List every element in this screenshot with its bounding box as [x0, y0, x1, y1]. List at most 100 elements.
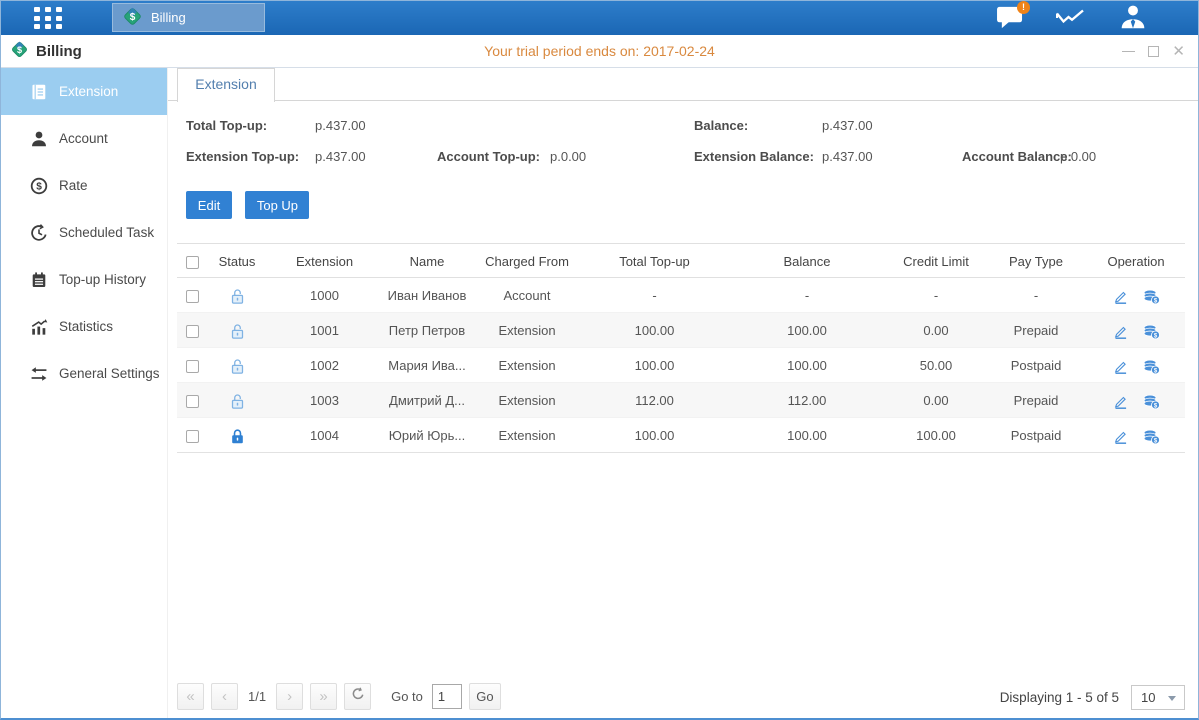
extension-cell: 1004	[267, 418, 382, 452]
scheduled-task-icon	[30, 224, 48, 242]
balance-cell: -	[727, 278, 887, 312]
topup-icon[interactable]: $	[1143, 278, 1160, 312]
pay-type-cell: -	[985, 278, 1087, 312]
sidebar-nav: ExtensionAccount$RateScheduled TaskTop-u…	[0, 68, 168, 720]
minimize-button[interactable]	[1122, 51, 1135, 53]
column-header-credit-limit: Credit Limit	[887, 244, 985, 277]
sidebar-item-top-up-history[interactable]: Top-up History	[0, 256, 167, 303]
credit-limit-cell: 0.00	[887, 313, 985, 347]
total-topup-label: Total Top-up:	[186, 118, 267, 133]
extension-icon	[30, 83, 48, 101]
first-page-button[interactable]: «	[177, 683, 204, 710]
edit-button[interactable]: Edit	[186, 191, 232, 219]
charged-from-cell: Extension	[472, 313, 582, 347]
action-buttons: Edit Top Up	[168, 191, 1199, 233]
row-checkbox[interactable]	[186, 325, 199, 338]
edit-icon[interactable]	[1112, 278, 1129, 312]
extension-balance-label: Extension Balance:	[694, 149, 814, 164]
sidebar-item-statistics[interactable]: Statistics	[0, 303, 167, 350]
notification-badge: !	[1017, 1, 1030, 14]
svg-text:$: $	[36, 181, 42, 192]
prev-page-button[interactable]: ‹	[211, 683, 238, 710]
column-header-name: Name	[382, 244, 472, 277]
page-size-select[interactable]: 10	[1131, 685, 1185, 710]
unlocked-icon	[229, 358, 246, 373]
charged-from-cell: Account	[472, 278, 582, 312]
total-topup-cell: 100.00	[582, 348, 727, 382]
maximize-button[interactable]	[1148, 46, 1159, 57]
tab-extension[interactable]: Extension	[177, 68, 275, 102]
operation-cell: $	[1087, 418, 1185, 452]
displaying-count: Displaying 1 - 5 of 5	[1000, 690, 1119, 705]
column-header-status: Status	[207, 244, 267, 277]
sidebar-item-rate[interactable]: $Rate	[0, 162, 167, 209]
user-account-icon[interactable]	[1119, 4, 1147, 35]
messages-icon[interactable]: !	[996, 5, 1025, 35]
table-row-extension-1002: 1002Мария Ива...Extension100.00100.0050.…	[177, 348, 1185, 383]
taskbar-tab-billing[interactable]: $ Billing	[112, 3, 265, 32]
operation-cell: $	[1087, 313, 1185, 347]
extension-cell: 1003	[267, 383, 382, 417]
edit-icon[interactable]	[1112, 348, 1129, 382]
goto-page-input[interactable]	[432, 684, 462, 709]
page-size-value: 10	[1141, 690, 1155, 705]
operation-cell: $	[1087, 383, 1185, 417]
topup-icon[interactable]: $	[1143, 348, 1160, 382]
last-page-button[interactable]: »	[310, 683, 337, 710]
topup-icon[interactable]: $	[1143, 418, 1160, 452]
row-checkbox[interactable]	[186, 290, 199, 303]
row-checkbox[interactable]	[186, 395, 199, 408]
svg-text:$: $	[130, 12, 136, 23]
total-topup-cell: -	[582, 278, 727, 312]
account-balance-value: p.0.00	[1060, 149, 1096, 164]
table-body: 1000Иван ИвановAccount----$1001Петр Петр…	[177, 278, 1185, 453]
extension-balance-value: p.437.00	[822, 149, 873, 164]
account-icon	[30, 130, 48, 148]
next-page-button[interactable]: ›	[276, 683, 303, 710]
table-row-extension-1001: 1001Петр ПетровExtension100.00100.000.00…	[177, 313, 1185, 348]
unlocked-icon	[229, 288, 246, 303]
pay-type-cell: Prepaid	[985, 313, 1087, 347]
credit-limit-cell: 0.00	[887, 383, 985, 417]
pay-type-cell: Postpaid	[985, 418, 1087, 452]
sidebar-item-scheduled-task[interactable]: Scheduled Task	[0, 209, 167, 256]
app-launcher-icon[interactable]	[34, 7, 72, 29]
locked-icon	[229, 428, 246, 443]
rate-icon: $	[30, 177, 48, 195]
name-cell: Мария Ива...	[382, 348, 472, 382]
charged-from-cell: Extension	[472, 383, 582, 417]
topup-history-icon	[30, 271, 48, 289]
edit-icon[interactable]	[1112, 313, 1129, 347]
top-up-button[interactable]: Top Up	[245, 191, 309, 219]
unlocked-icon	[229, 393, 246, 408]
name-cell: Юрий Юрь...	[382, 418, 472, 452]
statistics-chart-icon[interactable]	[1055, 7, 1086, 35]
svg-text:$: $	[17, 44, 22, 54]
edit-icon[interactable]	[1112, 383, 1129, 417]
statistics-icon	[30, 318, 48, 336]
row-checkbox[interactable]	[186, 430, 199, 443]
extension-cell: 1000	[267, 278, 382, 312]
refresh-button[interactable]	[344, 683, 371, 710]
select-all-checkbox[interactable]	[186, 256, 199, 269]
table-footer: « ‹ 1/1 › » Go to Go Displaying 1 - 5 of…	[177, 676, 1185, 720]
account-balance-label: Account Balance:	[962, 149, 1072, 164]
extension-cell: 1001	[267, 313, 382, 347]
topup-icon[interactable]: $	[1143, 313, 1160, 347]
pay-type-cell: Postpaid	[985, 348, 1087, 382]
tab-bar: Extension	[168, 68, 1199, 101]
edit-icon[interactable]	[1112, 418, 1129, 452]
table-row-extension-1004: 1004Юрий Юрь...Extension100.00100.00100.…	[177, 418, 1185, 453]
total-topup-cell: 112.00	[582, 383, 727, 417]
close-button[interactable]: ✕	[1172, 46, 1185, 57]
column-header-total-top-up: Total Top-up	[582, 244, 727, 277]
topup-icon[interactable]: $	[1143, 383, 1160, 417]
balance-cell: 100.00	[727, 418, 887, 452]
sidebar-item-account[interactable]: Account	[0, 115, 167, 162]
sidebar-item-general-settings[interactable]: General Settings	[0, 350, 167, 397]
go-button[interactable]: Go	[469, 683, 501, 710]
total-topup-cell: 100.00	[582, 418, 727, 452]
unlocked-icon	[229, 323, 246, 338]
sidebar-item-extension[interactable]: Extension	[0, 68, 167, 115]
row-checkbox[interactable]	[186, 360, 199, 373]
